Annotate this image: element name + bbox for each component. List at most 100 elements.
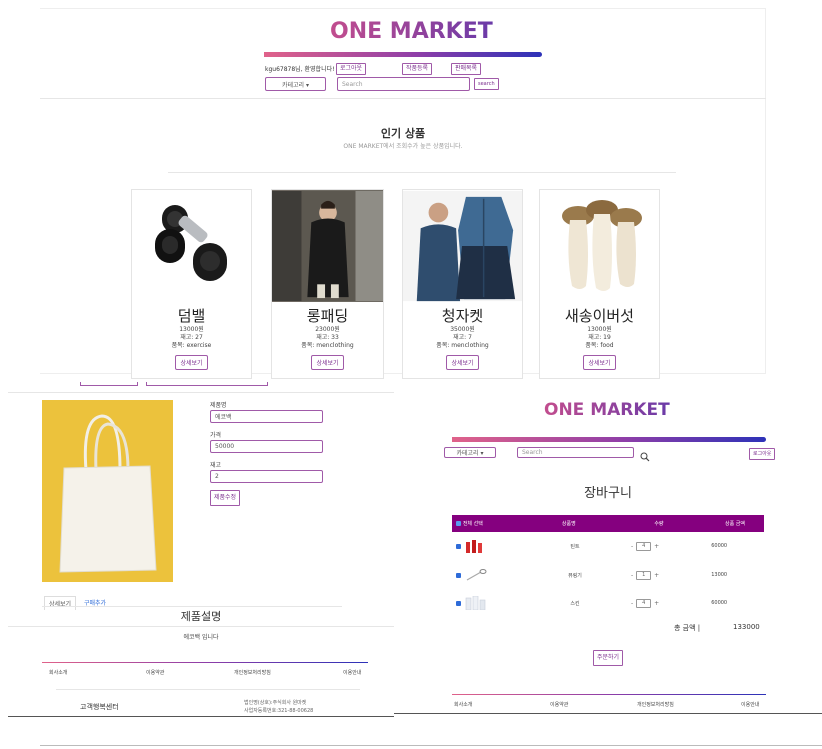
cart-row: 틴트 - 4 + 60000 xyxy=(452,538,764,554)
product-detail-button[interactable]: 상세보기 xyxy=(446,355,479,370)
search-icon[interactable] xyxy=(640,447,650,462)
item-name: 뷰링기 xyxy=(568,572,582,579)
increase-button[interactable]: + xyxy=(654,543,659,550)
row-checkbox[interactable] xyxy=(456,572,461,578)
product-detail-button[interactable]: 상세보기 xyxy=(311,355,344,370)
quantity-input[interactable]: 4 xyxy=(636,541,652,551)
product-image-long-padding xyxy=(272,190,383,302)
cart-page-title: 장바구니 xyxy=(584,486,632,501)
item-amount: 13000 xyxy=(711,572,728,578)
product-detail-button[interactable]: 상세보기 xyxy=(583,355,616,370)
product-update-button[interactable]: 제품수정 xyxy=(210,490,241,506)
description-divider xyxy=(8,626,394,627)
cart-gradient-bar xyxy=(452,437,766,442)
skin-toner-product-icon xyxy=(465,595,487,611)
add-product-button[interactable]: 작품등록 xyxy=(402,63,433,75)
increase-button[interactable]: + xyxy=(654,572,659,579)
column-amount: 상품 금액 xyxy=(725,521,745,527)
category-dropdown[interactable]: 카테고리 ▾ xyxy=(265,77,326,91)
cart-row: 스킨 - 4 + 60000 xyxy=(452,595,764,611)
product-name-input[interactable]: 에코백 xyxy=(210,410,323,423)
panel-top-remnant-2 xyxy=(146,382,268,386)
item-amount: 60000 xyxy=(711,600,728,606)
tint-product-icon xyxy=(465,539,485,553)
product-detail-button[interactable]: 상세보기 xyxy=(175,355,208,370)
total-label: 총 금액 | xyxy=(674,624,701,632)
popular-divider xyxy=(168,172,676,173)
product-price: 13000원 xyxy=(587,326,612,333)
footer-guide-link[interactable]: 이용안내 xyxy=(343,669,361,676)
product-card-2[interactable]: 롱패딩 23000원 재고: 33 품목: menclothing 상세보기 xyxy=(271,189,384,379)
product-name: 덤밸 xyxy=(177,307,206,325)
customer-center: 고객행복센터 xyxy=(80,703,119,711)
footer-terms-link[interactable]: 이용약관 xyxy=(146,669,164,676)
product-price-input[interactable]: 50000 xyxy=(210,440,323,453)
product-category: 품목: food xyxy=(585,342,614,349)
cart-category-dropdown[interactable]: 카테고리 ▾ xyxy=(444,447,496,458)
cart-row: 뷰링기 - 1 + 13000 xyxy=(452,567,764,583)
row-checkbox[interactable] xyxy=(456,600,461,606)
product-card-4[interactable]: 새송이버섯 13000원 재고: 19 품목: food 상세보기 xyxy=(539,189,660,379)
product-image-denim-jacket xyxy=(403,190,522,302)
description-title: 제품설명 xyxy=(180,610,222,623)
cart-footer-about-link[interactable]: 회사소개 xyxy=(454,701,472,708)
decrease-button[interactable]: - xyxy=(631,572,633,579)
product-name: 롱패딩 xyxy=(306,307,349,325)
cart-footer-gradient-line xyxy=(452,694,766,695)
cart-search-input[interactable]: Search xyxy=(517,447,634,458)
item-amount: 60000 xyxy=(711,543,728,549)
popular-title: 인기 상품 xyxy=(380,127,426,140)
footer-divider xyxy=(56,689,360,690)
site-title[interactable]: ONE MARKET xyxy=(330,19,493,44)
cart-footer-terms-link[interactable]: 이용약관 xyxy=(550,701,568,708)
description-text: 에코백 입니다 xyxy=(183,634,219,641)
quantity-stepper[interactable]: - 4 + xyxy=(631,598,659,608)
select-all-checkbox[interactable] xyxy=(456,521,461,526)
quantity-input[interactable]: 4 xyxy=(636,598,652,608)
quantity-input[interactable]: 1 xyxy=(636,570,652,580)
tab-divider xyxy=(42,606,342,607)
product-image-dumbbell xyxy=(132,190,251,302)
order-button[interactable]: 주문하기 xyxy=(593,650,624,666)
product-price: 13000원 xyxy=(179,326,204,333)
cart-site-title[interactable]: ONE MARKET xyxy=(544,400,670,420)
product-category: 품목: exercise xyxy=(171,342,212,349)
product-category: 품목: menclothing xyxy=(436,342,489,349)
item-name: 틴트 xyxy=(570,543,580,550)
decrease-button[interactable]: - xyxy=(631,600,633,607)
footer-privacy-link[interactable]: 개인정보처리방침 xyxy=(234,669,271,676)
footer-gradient-line xyxy=(42,662,368,663)
edit-top-divider xyxy=(8,392,394,393)
search-input[interactable]: Search xyxy=(337,77,470,91)
eyelash-curler-product-icon xyxy=(465,568,487,582)
business-number: 사업자등록번호:321-88-00628 xyxy=(244,708,314,714)
row-checkbox[interactable] xyxy=(456,543,461,549)
order-list-button[interactable]: 판매목록 xyxy=(451,63,482,75)
column-qty: 수량 xyxy=(654,521,664,527)
quantity-stepper[interactable]: - 4 + xyxy=(631,541,659,551)
cart-logout-button[interactable]: 로그아웃 xyxy=(749,448,776,460)
logout-button[interactable]: 로그아웃 xyxy=(336,63,367,75)
product-price: 35000원 xyxy=(450,326,475,333)
select-all-label: 전체 선택 xyxy=(462,521,483,527)
product-image-eco-bag xyxy=(42,400,173,582)
decrease-button[interactable]: - xyxy=(631,543,633,550)
product-stock-input[interactable]: 2 xyxy=(210,470,323,483)
cart-panel-bottom-line xyxy=(394,713,822,714)
increase-button[interactable]: + xyxy=(654,600,659,607)
cart-panel: ONE MARKET 카테고리 ▾ Search 로그아웃 장바구니 전체 선택… xyxy=(394,378,822,714)
quantity-stepper[interactable]: - 1 + xyxy=(631,570,659,580)
cart-footer-privacy-link[interactable]: 개인정보처리방침 xyxy=(637,701,674,708)
product-stock: 재고: 19 xyxy=(588,334,611,341)
cart-footer-guide-link[interactable]: 이용안내 xyxy=(741,701,759,708)
edit-panel-bottom-line xyxy=(8,716,394,717)
product-category: 품목: menclothing xyxy=(301,342,354,349)
product-card-3[interactable]: 청자켓 35000원 재고: 7 품목: menclothing 상세보기 xyxy=(402,189,523,379)
header-divider xyxy=(40,98,766,99)
search-button[interactable]: search xyxy=(474,78,499,90)
product-name: 청자켓 xyxy=(441,307,484,325)
footer-about-link[interactable]: 회사소개 xyxy=(49,669,67,676)
price-label: 가격 xyxy=(210,432,222,439)
total-value: 133000 xyxy=(733,623,760,631)
product-card-1[interactable]: 덤밸 13000원 재고: 27 품목: exercise 상세보기 xyxy=(131,189,252,379)
